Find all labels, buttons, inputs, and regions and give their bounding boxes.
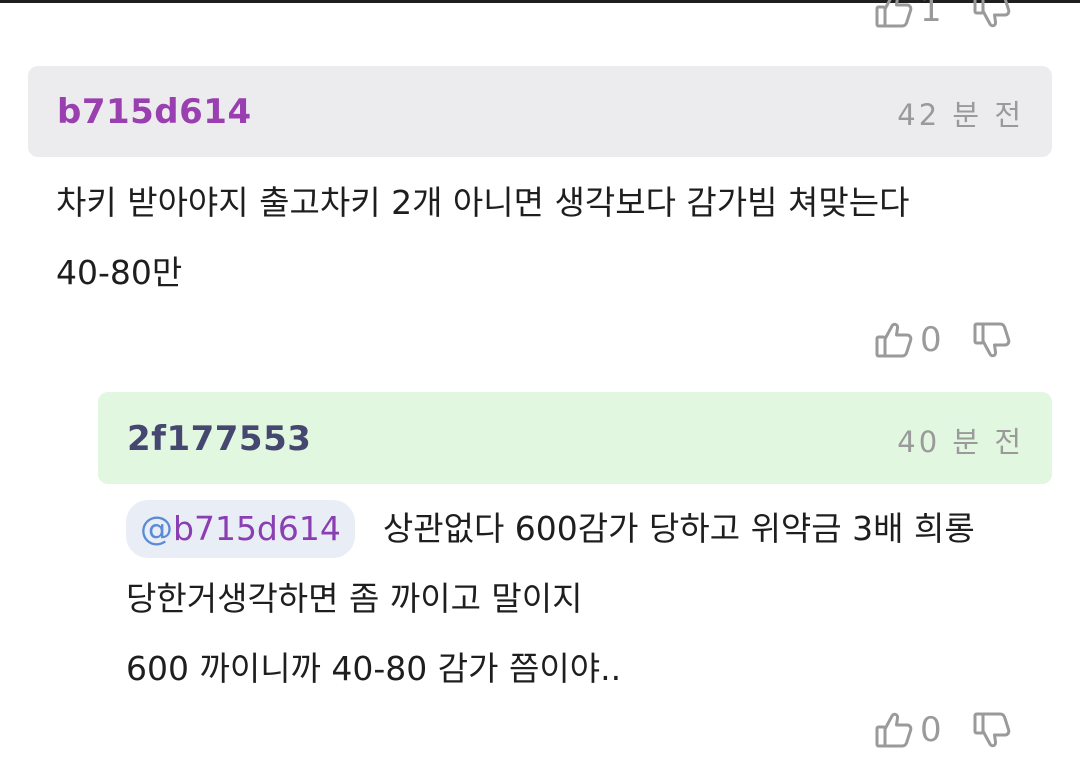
like-count: 0 [920, 320, 942, 360]
comment-header: b715d614 42 분 전 [28, 66, 1052, 157]
like-button[interactable]: 1 [874, 0, 942, 30]
comment-body: 차키 받아야지 출고차키 2개 아니면 생각보다 감가빔 쳐맞는다 40-80만 [56, 168, 909, 308]
reply-line: 당한거생각하면 좀 까이고 말이지 [126, 579, 583, 618]
vote-bar: 0 [874, 320, 1012, 360]
reply-timestamp: 40 분 전 [897, 425, 1024, 459]
thumbs-down-icon [972, 320, 1012, 360]
reply-line: 600 까이니까 40-80 감가 쯤이야.. [126, 649, 622, 688]
mention-tag[interactable]: @b715d614 [126, 500, 355, 558]
comment-line: 차키 받아야지 출고차키 2개 아니면 생각보다 감가빔 쳐맞는다 [56, 183, 910, 222]
dislike-button[interactable] [972, 320, 1012, 360]
like-button[interactable]: 0 [874, 710, 942, 750]
comment-thread: 1 b715d614 42 분 전 차키 받아야지 출고차키 2개 아니면 생각… [0, 0, 1080, 779]
mention-at: @ [140, 509, 173, 548]
reply-username[interactable]: 2f177553 [127, 419, 311, 459]
reply-line-text: 상관없다 600감가 당하고 위약금 3배 희롱 [382, 509, 975, 548]
like-count: 1 [920, 0, 942, 30]
reply-body: @b715d614 상관없다 600감가 당하고 위약금 3배 희롱 당한거생각하… [126, 494, 975, 704]
like-count: 0 [920, 710, 942, 750]
comment-line: 40-80만 [56, 253, 183, 292]
thumbs-up-icon [874, 320, 914, 360]
thumbs-down-icon [972, 0, 1012, 30]
vote-bar-reply: 0 [874, 710, 1012, 750]
thumbs-down-icon [972, 710, 1012, 750]
mention-name: b715d614 [173, 509, 341, 548]
thumbs-up-icon [874, 0, 914, 30]
comment-timestamp: 42 분 전 [897, 98, 1024, 132]
comment-username[interactable]: b715d614 [57, 92, 252, 132]
reply-line: @b715d614 상관없다 600감가 당하고 위약금 3배 희롱 [126, 494, 975, 564]
reply-header: 2f177553 40 분 전 [98, 392, 1052, 484]
thumbs-up-icon [874, 710, 914, 750]
vote-bar-previous: 1 [874, 0, 1012, 30]
like-button[interactable]: 0 [874, 320, 942, 360]
dislike-button[interactable] [972, 710, 1012, 750]
dislike-button[interactable] [972, 0, 1012, 30]
